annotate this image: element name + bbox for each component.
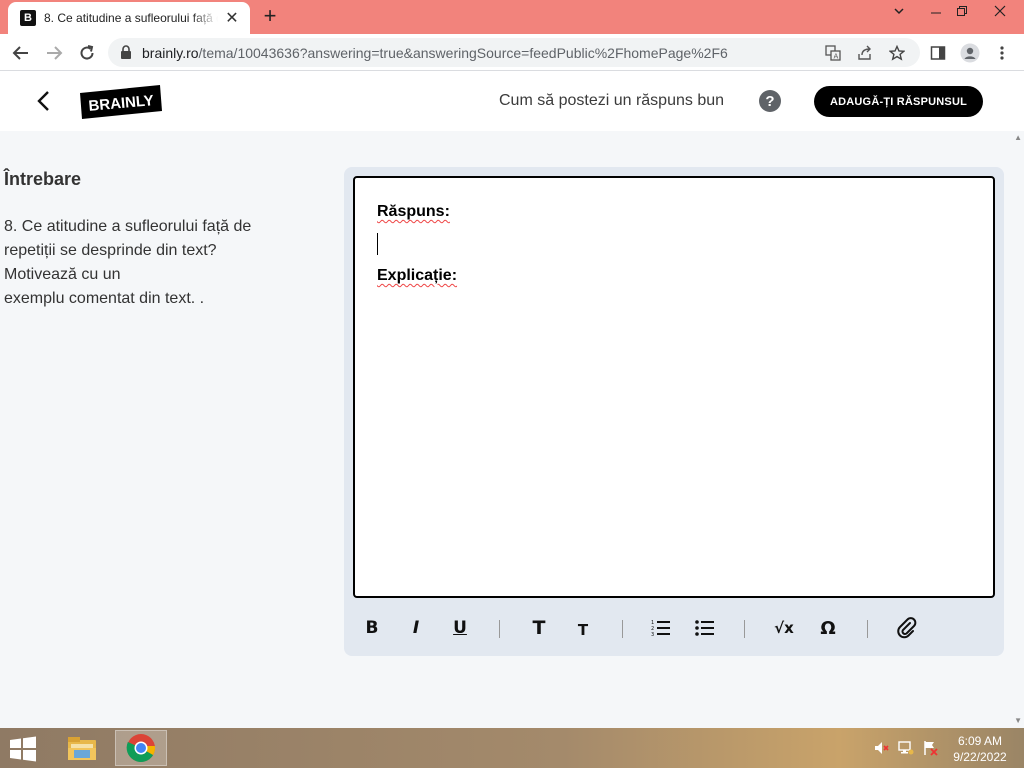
url-path: /tema/10043636?answering=true&answeringS… (198, 45, 728, 61)
lock-icon[interactable] (120, 45, 132, 64)
minimize-button[interactable] (924, 4, 948, 20)
svg-text:3: 3 (651, 632, 654, 637)
tab-search-icon[interactable] (887, 4, 911, 20)
brainly-favicon-icon: B (20, 10, 36, 26)
windows-start-icon[interactable] (8, 736, 38, 762)
answer-editor-panel: Răspuns: Explicație: B I U T T 1 2 3 √x … (344, 167, 1004, 656)
question-line: Motivează cu un (4, 266, 121, 283)
share-icon[interactable] (856, 44, 874, 62)
answer-label: Răspuns: (377, 203, 450, 220)
window-close-button[interactable] (988, 4, 1012, 20)
back-chevron-icon[interactable] (34, 89, 54, 113)
toolbar-divider (867, 620, 868, 638)
underline-button[interactable]: U (446, 614, 474, 642)
bold-button[interactable]: B (358, 614, 386, 642)
side-panel-icon[interactable] (928, 43, 948, 63)
answer-text-area[interactable]: Răspuns: Explicație: (353, 176, 995, 598)
question-line: repetiții se desprinde din text? (4, 242, 217, 259)
svg-text:A: A (834, 53, 839, 61)
taskbar-clock[interactable]: 6:09 AM 9/22/2022 (945, 733, 1015, 765)
question-line: 8. Ce atitudine a sufleorului față de (4, 218, 252, 235)
browser-menu-icon[interactable] (992, 43, 1012, 63)
network-icon[interactable] (898, 740, 914, 756)
toolbar-divider (744, 620, 745, 638)
toolbar-divider (622, 620, 623, 638)
question-text: 8. Ce atitudine a sufleorului față de re… (4, 215, 304, 311)
scroll-up-arrow[interactable]: ▲ (1014, 133, 1022, 142)
question-line: exemplu comentat din text. . (4, 290, 205, 307)
add-answer-button[interactable]: ADAUGĂ-ȚI RĂSPUNSUL (814, 86, 983, 117)
chrome-taskbar-icon[interactable] (115, 730, 167, 766)
url-text: brainly.ro/tema/10043636?answering=true&… (142, 45, 728, 61)
italic-button[interactable]: I (402, 614, 430, 642)
forward-arrow-icon[interactable] (43, 42, 65, 64)
file-explorer-icon[interactable] (56, 730, 108, 766)
site-header: BRAINLY Cum să postezi un răspuns bun ? … (0, 71, 1024, 131)
bookmark-star-icon[interactable] (888, 44, 906, 62)
clock-time: 6:09 AM (957, 734, 1003, 748)
brainly-logo[interactable]: BRAINLY (80, 85, 162, 119)
help-icon[interactable]: ? (759, 90, 781, 112)
toolbar-divider (499, 620, 500, 638)
numbered-list-icon[interactable]: 1 2 3 (647, 614, 675, 642)
heading-large-button[interactable]: T (525, 614, 553, 642)
reload-icon[interactable] (76, 42, 98, 64)
main-content: Întrebare 8. Ce atitudine a sufleorului … (0, 131, 1024, 728)
restore-button[interactable] (950, 4, 974, 20)
translate-icon[interactable]: A (824, 44, 842, 62)
windows-taskbar: 6:09 AM 9/22/2022 (0, 728, 1024, 768)
attachment-paperclip-icon[interactable] (893, 614, 921, 642)
math-formula-button[interactable]: √x (770, 614, 798, 642)
text-cursor (377, 233, 378, 255)
how-to-post-link[interactable]: Cum să postezi un răspuns bun (499, 92, 724, 110)
browser-toolbar: brainly.ro/tema/10043636?answering=true&… (0, 34, 1024, 71)
back-arrow-icon[interactable] (10, 42, 32, 64)
new-tab-button[interactable]: + (258, 5, 282, 29)
browser-tab-strip: B 8. Ce atitudine a sufleorului față de … (0, 0, 1024, 34)
clock-date: 9/22/2022 (953, 750, 1007, 764)
explanation-label: Explicație: (377, 267, 458, 284)
question-heading: Întrebare (4, 169, 82, 189)
heading-small-button[interactable]: T (569, 614, 597, 642)
volume-muted-icon[interactable] (874, 740, 890, 756)
tab-close-icon[interactable]: ✕ (224, 8, 240, 28)
formatting-toolbar: B I U T T 1 2 3 √x Ω (344, 608, 1004, 648)
url-domain: brainly.ro (142, 45, 199, 61)
profile-avatar-icon[interactable] (960, 43, 980, 63)
browser-tab[interactable]: B 8. Ce atitudine a sufleorului față de … (8, 2, 250, 34)
bullet-list-icon[interactable] (691, 614, 719, 642)
special-characters-button[interactable]: Ω (814, 614, 842, 642)
tab-title: 8. Ce atitudine a sufleorului față de re… (44, 11, 218, 25)
scroll-down-arrow[interactable]: ▼ (1014, 716, 1022, 725)
action-center-flag-icon[interactable] (922, 740, 938, 756)
address-bar[interactable]: brainly.ro/tema/10043636?answering=true&… (108, 38, 920, 67)
